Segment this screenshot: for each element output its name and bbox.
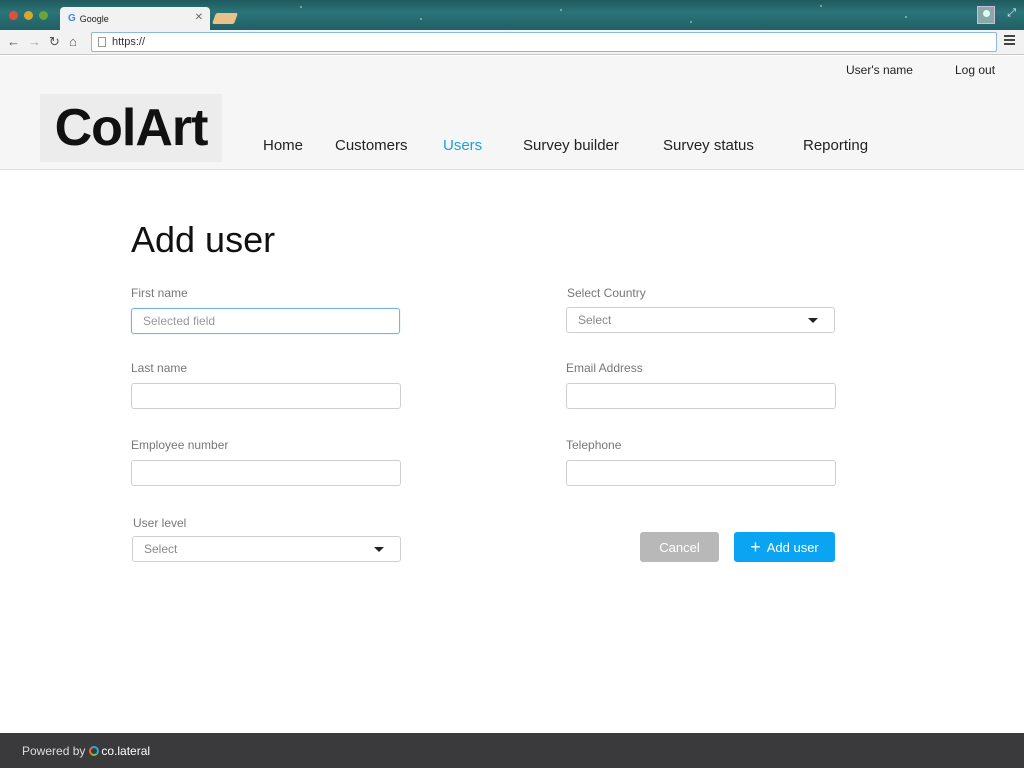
footer: Powered by co.lateral <box>0 733 1024 768</box>
nav-reporting[interactable]: Reporting <box>803 137 868 154</box>
background-sparkle <box>420 18 422 20</box>
browser-toolbar: ← → ↻ ⌂ https:// <box>0 30 1024 55</box>
background-sparkle <box>300 6 302 8</box>
new-tab-button[interactable] <box>211 13 239 24</box>
tab-close-icon[interactable]: ✕ <box>195 12 203 23</box>
cancel-button[interactable]: Cancel <box>640 532 719 562</box>
page-title: Add user <box>131 219 276 260</box>
url-text: https:// <box>112 36 146 48</box>
plus-icon: + <box>750 537 761 557</box>
fullscreen-icon[interactable]: ⤢ <box>1007 7 1016 20</box>
home-icon[interactable]: ⌂ <box>69 34 77 50</box>
chevron-down-icon <box>374 547 384 552</box>
colateral-logo-icon <box>89 745 100 756</box>
window-minimize-button[interactable] <box>24 11 33 20</box>
email-label: Email Address <box>566 361 643 375</box>
colart-logo[interactable]: ColArt <box>40 94 222 162</box>
profile-icon[interactable] <box>977 6 995 24</box>
add-user-label: Add user <box>766 539 819 555</box>
nav-customers[interactable]: Customers <box>335 137 408 154</box>
background-sparkle <box>690 21 692 23</box>
country-value: Select <box>578 313 612 327</box>
background-sparkle <box>560 9 562 11</box>
chevron-down-icon <box>808 318 818 323</box>
window-maximize-button[interactable] <box>39 11 48 20</box>
country-label: Select Country <box>567 286 646 300</box>
user-level-value: Select <box>144 542 178 556</box>
back-arrow-icon[interactable]: ← <box>7 34 20 50</box>
last-name-label: Last name <box>131 361 188 375</box>
nav-survey-status[interactable]: Survey status <box>663 137 754 154</box>
tab-title: Google <box>79 13 109 24</box>
employee-number-label: Employee number <box>131 438 229 452</box>
user-name-link[interactable]: User's name <box>846 63 913 77</box>
telephone-input[interactable] <box>566 460 836 486</box>
nav-users[interactable]: Users <box>443 137 482 154</box>
user-level-label: User level <box>133 516 187 530</box>
app-header: User's name Log out ColArt Home Customer… <box>0 56 1024 170</box>
browser-tab-bar: G Google ✕ ⤢ <box>0 0 1024 30</box>
window-close-button[interactable] <box>9 11 18 20</box>
employee-number-input[interactable] <box>131 460 401 486</box>
logo-text: ColArt <box>54 99 209 157</box>
reload-icon[interactable]: ↻ <box>49 34 60 50</box>
email-input[interactable] <box>566 383 836 409</box>
first-name-input[interactable] <box>131 308 400 334</box>
first-name-label: First name <box>131 286 188 300</box>
powered-by-text: Powered by <box>22 743 86 758</box>
browser-tab[interactable]: G Google ✕ <box>60 7 210 30</box>
background-sparkle <box>820 5 822 7</box>
address-bar[interactable]: https:// <box>91 32 997 52</box>
brand-name[interactable]: co.lateral <box>101 744 150 758</box>
page-icon <box>98 37 106 47</box>
last-name-input[interactable] <box>131 383 401 409</box>
browser-menu-icon[interactable] <box>1004 35 1015 46</box>
background-sparkle <box>905 16 907 18</box>
telephone-label: Telephone <box>566 438 622 452</box>
google-favicon-icon: G <box>68 13 76 24</box>
forward-arrow-icon[interactable]: → <box>28 34 41 50</box>
add-user-button[interactable]: + Add user <box>734 532 835 562</box>
nav-home[interactable]: Home <box>263 137 303 154</box>
logout-link[interactable]: Log out <box>955 63 995 77</box>
country-select[interactable]: Select <box>566 307 835 333</box>
user-level-select[interactable]: Select <box>132 536 401 562</box>
nav-survey-builder[interactable]: Survey builder <box>523 137 619 154</box>
